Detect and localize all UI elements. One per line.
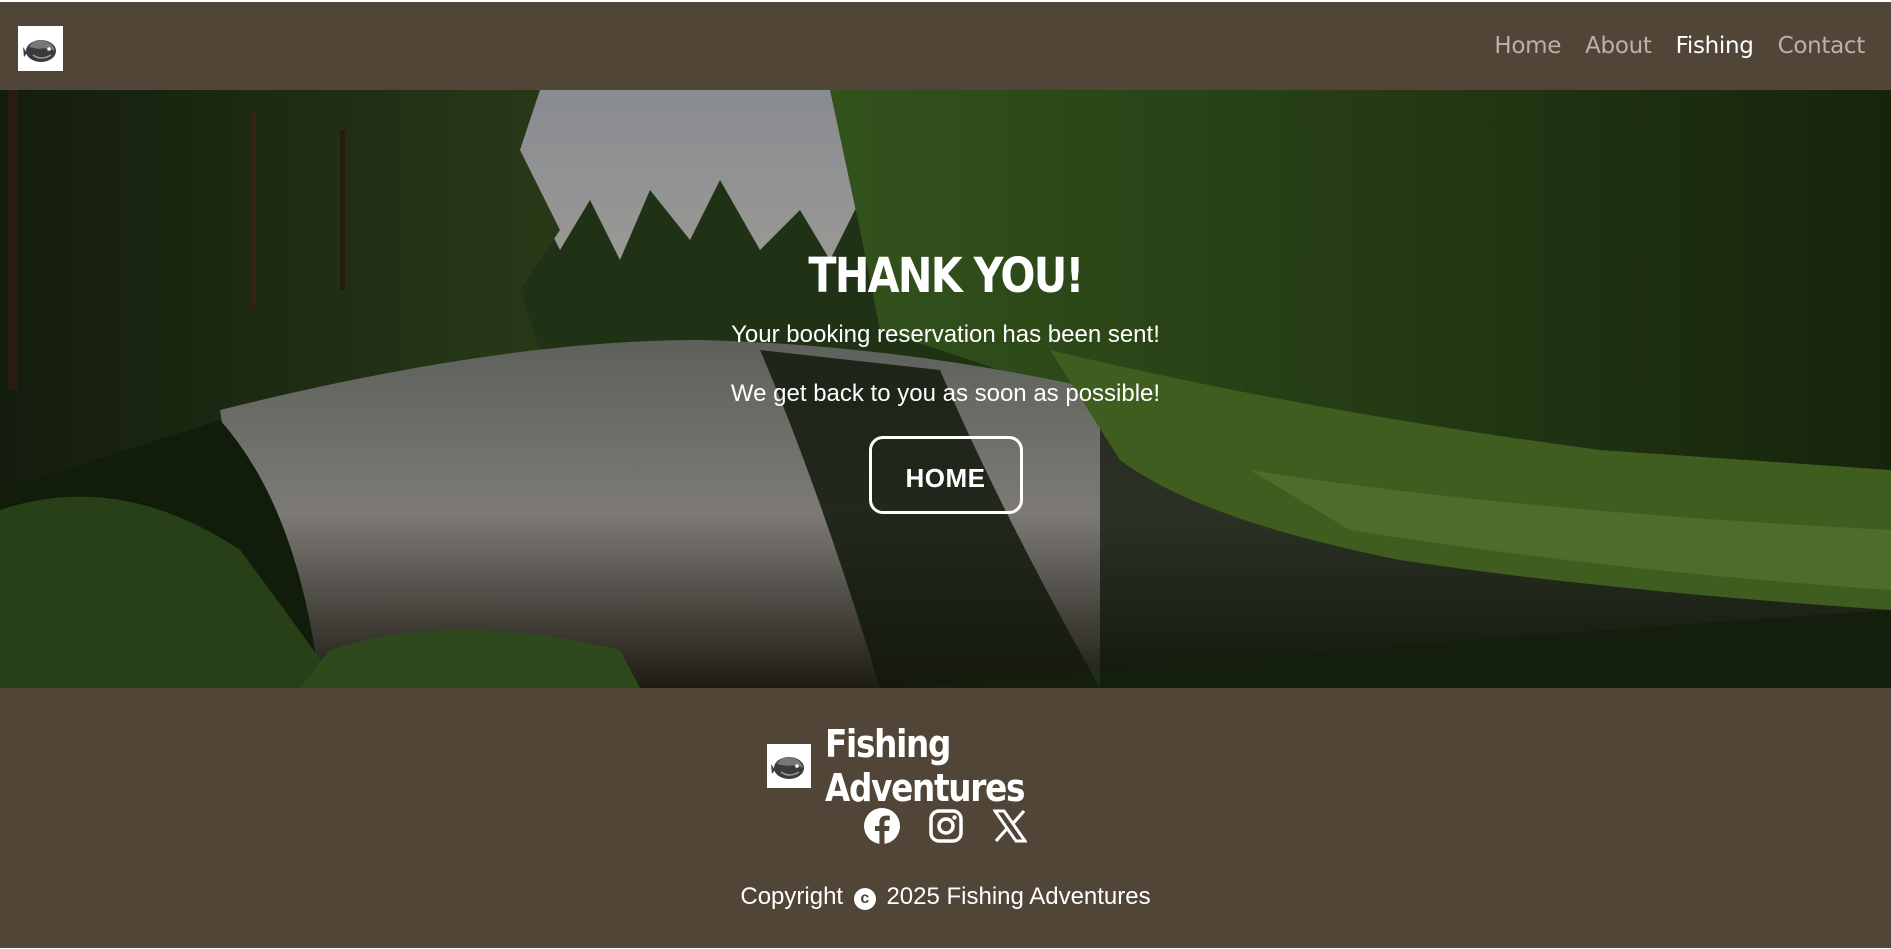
footer-logo[interactable] xyxy=(766,744,811,788)
hero-message-line1: Your booking reservation has been sent! xyxy=(731,320,1160,348)
home-button[interactable]: HOME xyxy=(868,436,1023,515)
nav-link-contact[interactable]: Contact xyxy=(1778,33,1866,59)
hero-section: THANK YOU! Your booking reservation has … xyxy=(0,90,1891,688)
nav-link-home[interactable]: Home xyxy=(1494,33,1561,59)
facebook-icon[interactable] xyxy=(862,806,902,846)
x-icon[interactable] xyxy=(990,806,1030,846)
footer: Fishing Adventures Copyright c 2025 Fish… xyxy=(0,688,1891,948)
copyright-suffix: 2025 Fishing Adventures xyxy=(886,883,1151,910)
hero-content: THANK YOU! Your booking reservation has … xyxy=(0,248,1891,515)
page: Home About Fishing Contact THANK YOU! Yo… xyxy=(0,0,1891,949)
hero-title: THANK YOU! xyxy=(808,248,1084,304)
footer-brand-name: Fishing Adventures xyxy=(824,722,1025,810)
copyright: Copyright c 2025 Fishing Adventures xyxy=(0,883,1891,911)
fish-logo-icon xyxy=(770,756,804,779)
nav-links: Home About Fishing Contact xyxy=(1494,2,1865,90)
navbar: Home About Fishing Contact xyxy=(0,2,1891,90)
instagram-icon[interactable] xyxy=(926,806,966,846)
footer-brand: Fishing Adventures xyxy=(0,722,1891,810)
fish-logo-icon xyxy=(22,39,56,62)
copyright-prefix: Copyright xyxy=(740,883,844,910)
hero-message-line2: We get back to you as soon as possible! xyxy=(730,379,1161,407)
nav-link-about[interactable]: About xyxy=(1585,33,1652,59)
nav-link-fishing[interactable]: Fishing xyxy=(1676,33,1754,59)
social-links xyxy=(0,806,1891,846)
nav-logo[interactable] xyxy=(18,26,63,71)
copyright-symbol-icon: c xyxy=(853,888,876,910)
